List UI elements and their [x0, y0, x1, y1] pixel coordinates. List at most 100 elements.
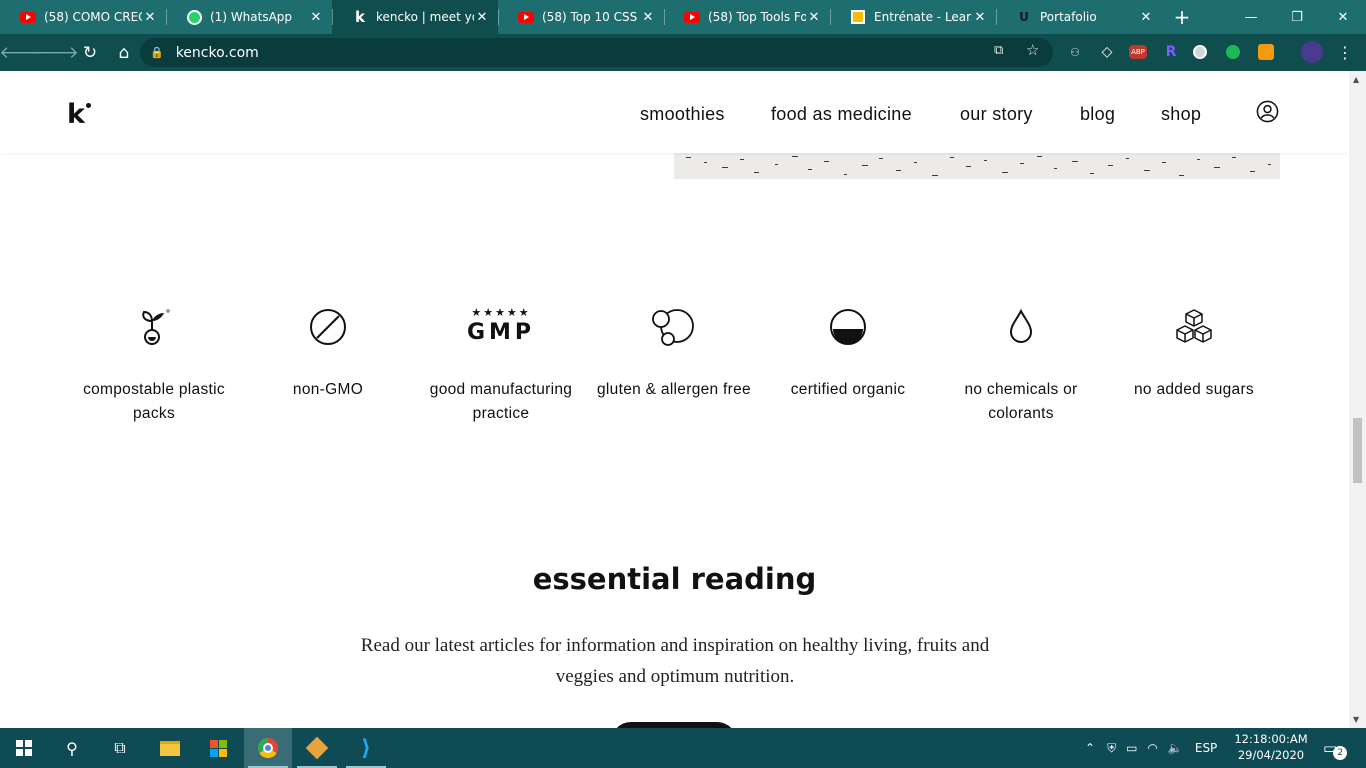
textured-image: [674, 153, 1280, 179]
feature-label: good manufacturing practice: [429, 381, 573, 422]
feature-label: no added sugars: [1134, 381, 1254, 398]
tab-close-icon[interactable]: ✕: [308, 10, 324, 25]
feature-gmp: ★★★★★ GMP good manufacturing practice: [415, 301, 587, 426]
search-icon[interactable]: ⚲: [48, 728, 96, 768]
tab-close-icon[interactable]: ✕: [640, 10, 656, 25]
sprout-icon: [142, 309, 170, 345]
green-leaf-icon[interactable]: [1226, 45, 1240, 59]
youtube-icon: [518, 9, 534, 25]
battery-icon[interactable]: ▭: [1126, 741, 1137, 755]
bookmark-star-icon[interactable]: ☆: [1026, 41, 1039, 59]
browser-tab[interactable]: Entrénate - Learnir ✕: [830, 0, 996, 34]
nav-item-shop[interactable]: shop: [1161, 104, 1201, 125]
browser-tab-active[interactable]: k kencko | meet you ✕: [332, 0, 498, 34]
windows-start-icon[interactable]: [0, 728, 48, 768]
logo-dot: [86, 103, 91, 108]
non-gmo-icon: [310, 309, 346, 345]
url-text: kencko.com: [175, 44, 259, 61]
file-explorer-icon[interactable]: [146, 728, 194, 768]
nav-item-smoothies[interactable]: smoothies: [640, 104, 725, 125]
tab-close-icon[interactable]: ✕: [142, 10, 158, 25]
scrollbar-thumb[interactable]: [1353, 418, 1362, 483]
site-header: k smoothies food as medicine our story b…: [0, 71, 1349, 153]
lock-icon: 🔒: [150, 46, 164, 59]
tab-close-icon[interactable]: ✕: [806, 10, 822, 25]
chevron-up-icon[interactable]: ⌃: [1085, 741, 1095, 755]
notification-count: 2: [1333, 746, 1348, 760]
git-client-icon[interactable]: [293, 728, 341, 768]
minimize-button[interactable]: —: [1228, 0, 1274, 34]
store-icon[interactable]: [194, 728, 242, 768]
feature-non-gmo: non-GMO: [242, 301, 414, 402]
section-heading: essential reading: [532, 562, 817, 596]
home-icon[interactable]: ⌂: [108, 37, 140, 69]
gem-icon[interactable]: ◇: [1097, 42, 1117, 62]
system-tray: ⌃ ⛨ ▭ ◠ 🔈 ESP: [1085, 728, 1217, 768]
feature-organic: certified organic: [762, 301, 934, 402]
extension-icon[interactable]: ⚇: [1065, 42, 1085, 62]
notifications-icon[interactable]: ▭ 2: [1323, 728, 1348, 768]
r-extension-text: R: [1165, 44, 1177, 60]
kencko-logo[interactable]: k: [67, 99, 85, 130]
forward-icon[interactable]: 🡒: [33, 37, 79, 69]
tab-close-icon[interactable]: ✕: [1138, 10, 1154, 25]
feature-label: gluten & allergen free: [597, 381, 751, 398]
tab-close-icon[interactable]: ✕: [474, 10, 490, 25]
sugar-cubes-icon: [1176, 309, 1212, 343]
browser-tab[interactable]: (58) Top Tools For ✕: [664, 0, 830, 34]
record-icon[interactable]: [1193, 45, 1207, 59]
clock-time: 12:18:00:AM: [1234, 732, 1308, 746]
r-extension-icon[interactable]: R: [1161, 42, 1181, 62]
scroll-up-icon[interactable]: ▲: [1353, 75, 1359, 84]
section-intro: Read our latest articles for information…: [360, 635, 990, 687]
chrome-icon[interactable]: [244, 728, 292, 768]
feature-label: certified organic: [790, 381, 906, 398]
browser-tab[interactable]: (58) Top 10 CSS Tr ✕: [498, 0, 664, 34]
organic-icon: [830, 309, 866, 345]
tab-title: (1) WhatsApp: [210, 10, 293, 24]
tab-title: (58) COMO CRECE: [44, 10, 142, 24]
maximize-button[interactable]: ❐: [1274, 0, 1320, 34]
browser-tab[interactable]: (1) WhatsApp ✕: [166, 0, 332, 34]
feature-no-chemicals: no chemicals or colorants: [935, 301, 1107, 426]
new-tab-button[interactable]: +: [1162, 0, 1202, 34]
task-view-icon[interactable]: ⧉: [96, 728, 144, 768]
tab-title: (58) Top 10 CSS Tr: [542, 10, 640, 24]
profile-avatar-icon[interactable]: [1301, 41, 1323, 63]
nav-item-food-as-medicine[interactable]: food as medicine: [771, 104, 912, 125]
nav-item-blog[interactable]: blog: [1080, 104, 1115, 125]
menu-kebab-icon[interactable]: ⋮: [1335, 42, 1355, 62]
security-icon[interactable]: ⛨: [1107, 741, 1116, 756]
close-window-button[interactable]: ✕: [1320, 0, 1366, 34]
page-icon: U: [1019, 10, 1029, 24]
clock-date: 29/04/2020: [1237, 748, 1305, 762]
tab-title: (58) Top Tools For: [708, 10, 806, 24]
youtube-icon: [20, 9, 36, 25]
language-indicator[interactable]: ESP: [1195, 741, 1217, 755]
translate-icon[interactable]: ⧉: [994, 43, 1003, 58]
browser-tab[interactable]: (58) COMO CRECE ✕: [0, 0, 166, 34]
adblock-icon[interactable]: ABP: [1129, 45, 1147, 59]
stars-icon: ★★★★★: [471, 306, 531, 319]
feature-no-sugar: no added sugars: [1108, 301, 1280, 402]
scroll-down-icon[interactable]: ▼: [1353, 715, 1359, 724]
tab-title: kencko | meet you: [376, 10, 474, 24]
tab-title: Entrénate - Learnir: [874, 10, 972, 24]
wifi-icon[interactable]: ◠: [1147, 741, 1157, 755]
feature-label: no chemicals or colorants: [964, 381, 1078, 422]
tab-close-icon[interactable]: ✕: [972, 10, 988, 25]
web-page: k smoothies food as medicine our story b…: [0, 71, 1349, 728]
page-scrollbar[interactable]: ▲ ▼: [1349, 71, 1366, 728]
address-bar[interactable]: 🔒 kencko.com: [140, 38, 1053, 67]
account-icon[interactable]: [1256, 100, 1279, 123]
youtube-icon: [684, 9, 700, 25]
adblock-text: ABP: [1131, 48, 1145, 56]
vscode-icon[interactable]: ⟩: [342, 728, 390, 768]
drop-icon: [1009, 308, 1033, 343]
browser-tab[interactable]: U Portafolio ✕: [996, 0, 1162, 34]
volume-icon[interactable]: 🔈: [1168, 741, 1183, 755]
reload-icon[interactable]: ↻: [74, 37, 106, 69]
taskbar-clock[interactable]: 12:18:00:AM 29/04/2020: [1232, 731, 1310, 763]
orange-extension-icon[interactable]: [1258, 44, 1274, 60]
nav-item-our-story[interactable]: our story: [960, 104, 1033, 125]
